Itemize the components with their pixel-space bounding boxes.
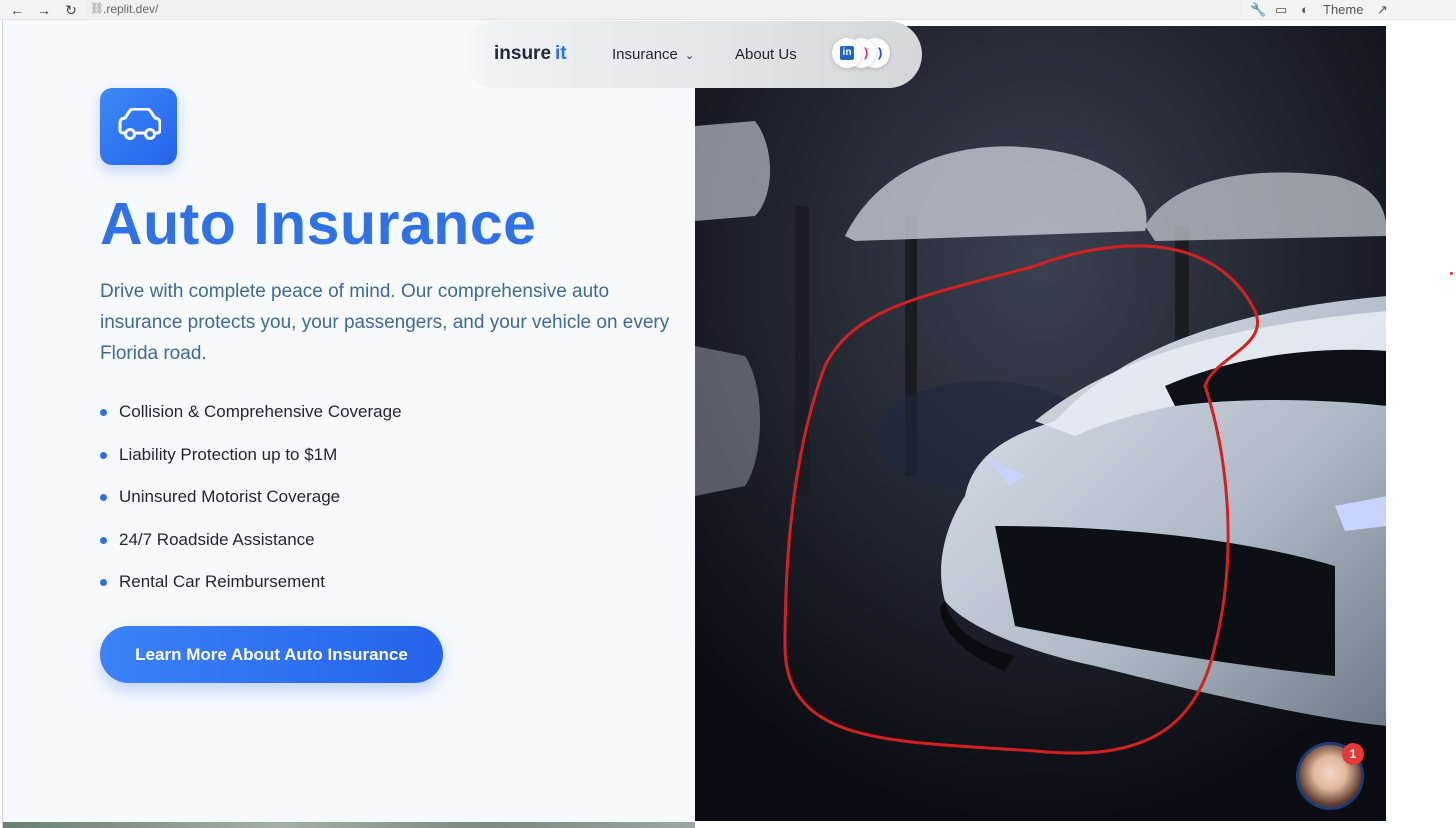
nav-insurance-dropdown[interactable]: Insurance ⌄ [612,46,694,63]
hero-description: Drive with complete peace of mind. Our c… [100,281,670,364]
devices-icon[interactable]: ▭ [1275,0,1287,19]
hero-image [695,26,1386,821]
list-item: Collision & Comprehensive Coverage [100,400,402,443]
learn-more-button[interactable]: Learn More About Auto Insurance [100,626,443,683]
browser-toolbar: ← → ↻ ⛓ .replit.dev/ 🔧 ▭ ◐ Theme ↗ [0,0,1456,20]
forward-icon[interactable]: → [35,1,53,19]
url-text: .replit.dev/ [103,2,159,16]
next-section-preview [3,822,695,828]
nav-about-us[interactable]: About Us [735,46,797,63]
bullet-icon [100,409,107,416]
car-photo [695,26,1386,821]
palette-icon[interactable]: ◐ [1301,0,1309,19]
bullet-icon [100,451,107,459]
nav-insurance-label: Insurance [612,46,678,63]
bullet-icon [100,494,107,501]
bullet-icon [100,579,107,586]
logo-accent-text: it [555,43,567,64]
bullet-icon [100,536,107,544]
site-logo[interactable]: insure it [494,43,567,65]
back-icon[interactable]: ← [8,1,26,19]
feature-text: Collision & Comprehensive Coverage [119,402,402,421]
feature-text: Uninsured Motorist Coverage [119,487,341,506]
list-item: Liability Protection up to $1M [100,443,402,486]
car-icon [100,88,177,165]
feature-text: 24/7 Roadside Assistance [119,529,315,549]
theme-label[interactable]: Theme [1323,0,1363,19]
list-item: Rental Car Reimbursement [100,570,402,613]
chevron-down-icon: ⌄ [685,50,695,62]
notification-badge: 1 [1342,743,1364,765]
feature-list: Collision & Comprehensive Coverage Liabi… [100,400,402,613]
reload-icon[interactable]: ↻ [62,1,80,19]
page-title: Auto Insurance [100,191,537,257]
list-item: Uninsured Motorist Coverage [100,485,402,528]
linkedin-icon[interactable]: in [832,38,862,68]
list-item: 24/7 Roadside Assistance [100,528,402,571]
address-bar[interactable]: ⛓ .replit.dev/ [86,0,1242,19]
feature-text: Liability Protection up to $1M [119,444,338,464]
link-icon: ⛓ [90,3,104,15]
logo-main-text: insure [494,43,552,64]
annotation-dot [1450,272,1453,275]
wrench-icon[interactable]: 🔧 [1250,0,1266,19]
open-external-icon[interactable]: ↗ [1377,0,1388,19]
feature-text: Rental Car Reimbursement [119,572,325,591]
